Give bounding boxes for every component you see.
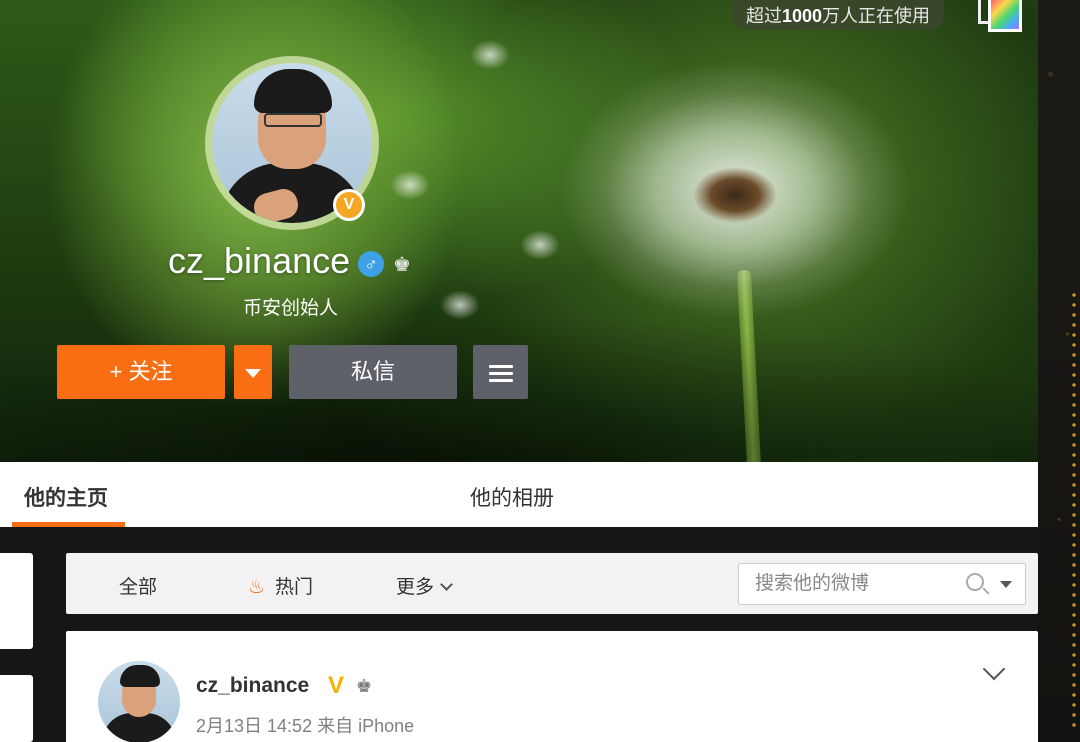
post-avatar[interactable] bbox=[98, 661, 180, 742]
cover-image-seed bbox=[520, 230, 560, 260]
cover-image-stem bbox=[736, 269, 762, 462]
post-meta[interactable]: 2月13日 14:52 来自 iPhone bbox=[196, 712, 414, 738]
filter-all-label: 全部 bbox=[119, 577, 158, 598]
feed-filter-bar: 全部 ♨ 热门 更多 bbox=[66, 553, 1038, 614]
cover-image-seed bbox=[470, 40, 510, 70]
filter-hot-label: 热门 bbox=[275, 577, 314, 598]
search-input[interactable] bbox=[739, 564, 954, 604]
profile-username: cz_binance bbox=[168, 240, 351, 281]
caret-down-icon bbox=[245, 368, 261, 378]
filter-all[interactable]: 全部 bbox=[119, 572, 157, 599]
chevron-down-icon bbox=[440, 578, 453, 591]
flame-icon: ♨ bbox=[248, 577, 266, 598]
profile-tabs: 他的主页 他的相册 bbox=[0, 462, 1038, 527]
usage-count: 1000 bbox=[782, 6, 823, 26]
profile-bio: 币安创始人 bbox=[243, 298, 339, 319]
crown-icon[interactable]: ♚ bbox=[356, 676, 372, 697]
search-box bbox=[738, 563, 1026, 605]
follow-button[interactable]: + 关注 bbox=[57, 345, 225, 399]
filter-hot[interactable]: ♨ 热门 bbox=[248, 572, 313, 599]
post-options-chevron-icon[interactable] bbox=[982, 657, 1006, 681]
usage-banner[interactable]: 超过1000万人正在使用 bbox=[732, 0, 945, 30]
male-gender-icon: ♂ bbox=[358, 251, 384, 277]
usage-prefix: 超过 bbox=[746, 6, 782, 26]
post-author[interactable]: cz_binance bbox=[196, 674, 309, 698]
verified-badge-icon: V bbox=[333, 189, 365, 221]
filter-more-label: 更多 bbox=[396, 577, 435, 598]
sidebar-card bbox=[0, 675, 33, 742]
page-background-right bbox=[1038, 0, 1080, 742]
more-menu-button[interactable] bbox=[473, 345, 528, 399]
tab-album[interactable]: 他的相册 bbox=[470, 482, 554, 512]
sidebar-card bbox=[0, 553, 33, 649]
verified-v-icon: V bbox=[328, 672, 345, 699]
post-card: cz_binance V ♚ 2月13日 14:52 来自 iPhone bbox=[66, 631, 1038, 742]
qr-code-icon[interactable] bbox=[988, 0, 1022, 32]
message-button[interactable]: 私信 bbox=[289, 345, 457, 399]
search-icon[interactable] bbox=[966, 573, 990, 597]
avatar-glasses bbox=[264, 113, 322, 127]
cover-image-seed bbox=[440, 290, 480, 320]
decorative-dots bbox=[1070, 290, 1080, 730]
usage-suffix: 万人正在使用 bbox=[822, 6, 931, 26]
cover-image-seed bbox=[390, 170, 430, 200]
crown-icon[interactable]: ♚ bbox=[393, 254, 417, 276]
menu-icon bbox=[488, 361, 513, 386]
caret-down-icon[interactable] bbox=[1000, 581, 1012, 588]
follow-dropdown-button[interactable] bbox=[234, 345, 272, 399]
avatar-hair bbox=[254, 69, 332, 113]
qr-bracket-icon bbox=[978, 0, 988, 24]
filter-more[interactable]: 更多 bbox=[396, 572, 453, 599]
tab-home[interactable]: 他的主页 bbox=[24, 482, 108, 512]
active-tab-indicator bbox=[12, 522, 125, 527]
cover-image-dandelion bbox=[560, 60, 910, 320]
